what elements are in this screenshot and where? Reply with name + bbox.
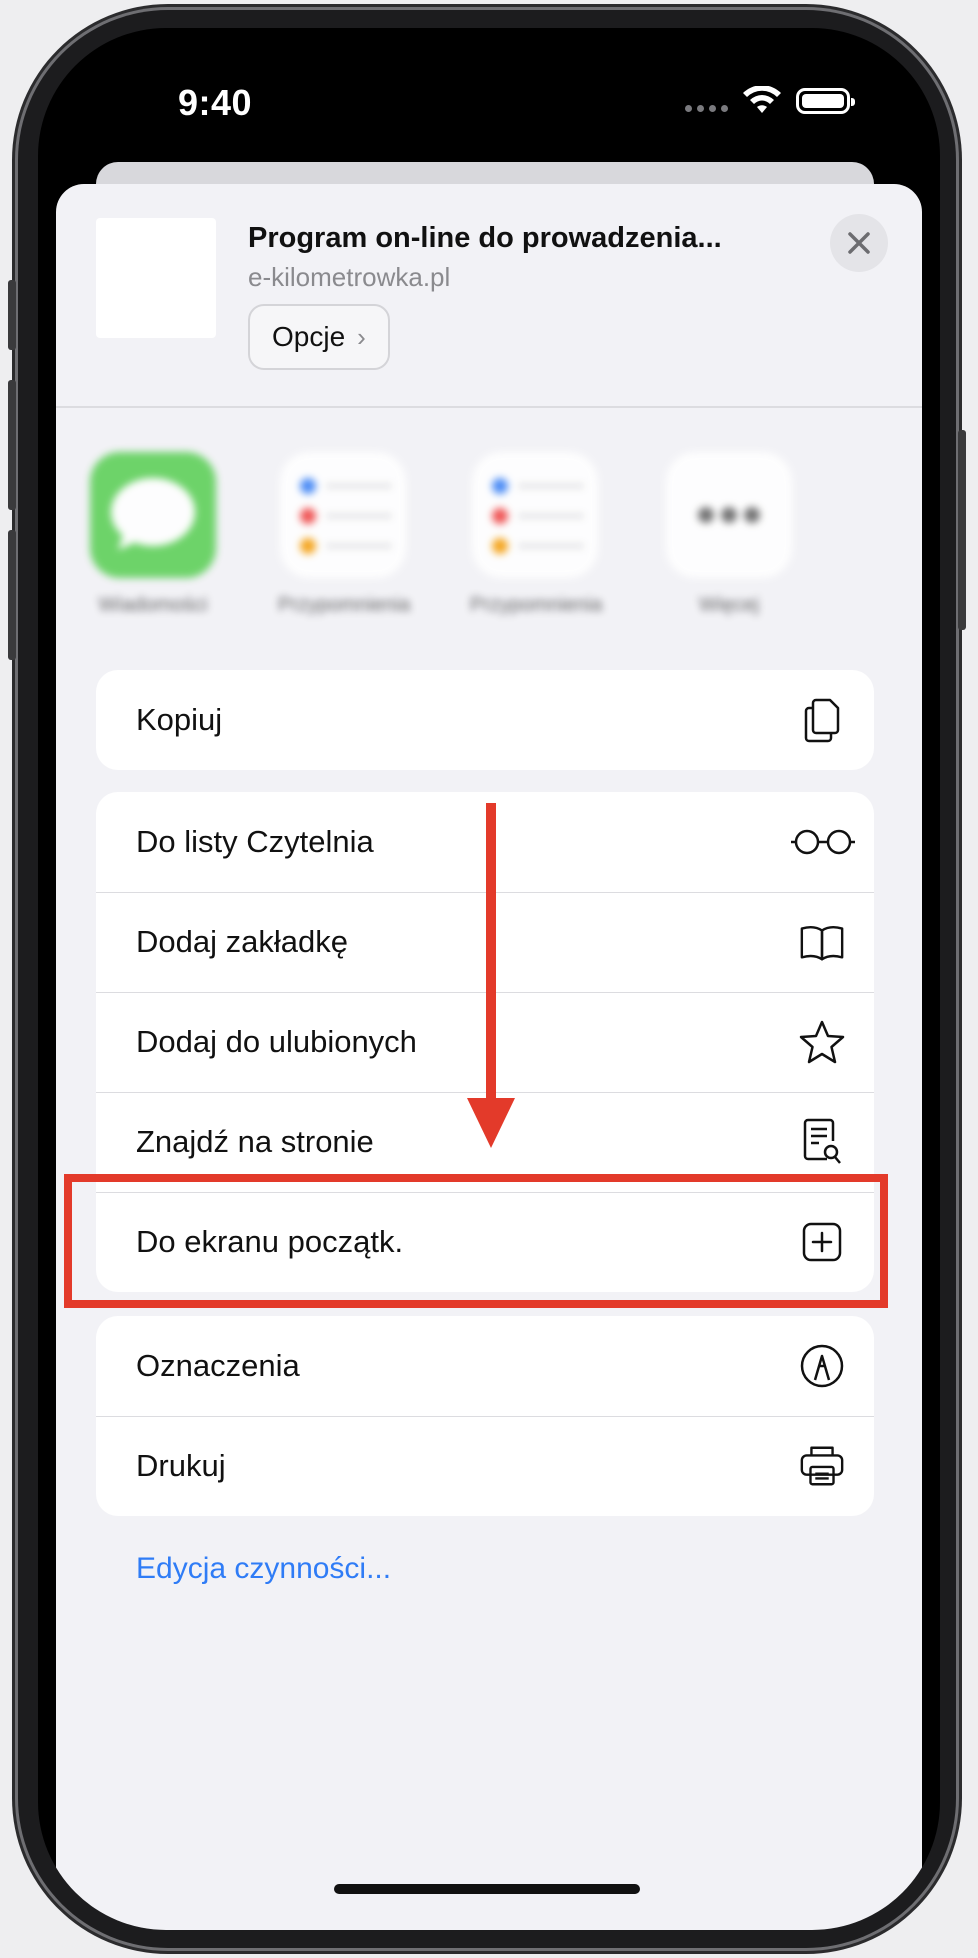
action-button [8, 280, 16, 350]
action-print[interactable]: Drukuj [96, 1416, 874, 1516]
status-time: 9:40 [178, 82, 253, 123]
annotation-highlight-box [64, 1174, 888, 1308]
close-button[interactable] [830, 214, 888, 272]
action-group-copy: Kopiuj [96, 670, 874, 770]
signal-icon [685, 104, 728, 112]
page-title: Program on-line do prowadzenia... [248, 222, 722, 254]
options-label: Opcje [272, 321, 346, 352]
power-button [958, 430, 966, 630]
copy-icon [798, 696, 846, 744]
action-label: Dodaj do ulubionych [136, 1024, 417, 1059]
app-more[interactable]: Więcej [664, 452, 794, 617]
find-in-page-icon [798, 1118, 846, 1166]
more-icon [666, 452, 792, 578]
annotation-arrow-head [467, 1098, 515, 1148]
printer-icon [798, 1442, 846, 1490]
action-label: Kopiuj [136, 702, 223, 737]
app-reminders-2[interactable]: Przypomnienia [470, 452, 603, 617]
close-icon [848, 232, 870, 254]
markup-icon [798, 1342, 846, 1390]
action-copy[interactable]: Kopiuj [96, 670, 874, 770]
page-thumbnail [96, 218, 216, 338]
app-label: Przypomnienia [470, 594, 603, 616]
app-messages[interactable]: Wiadomości [88, 452, 218, 617]
action-group-extra: Oznaczenia Drukuj [96, 1316, 874, 1516]
edit-actions-link[interactable]: Edycja czynności... [136, 1552, 391, 1586]
home-indicator[interactable] [334, 1884, 640, 1894]
star-icon [798, 1018, 846, 1066]
action-label: Dodaj zakładkę [136, 924, 348, 959]
action-markup[interactable]: Oznaczenia [96, 1316, 874, 1416]
reminders-icon [280, 452, 406, 578]
action-label: Do listy Czytelnia [136, 824, 374, 859]
action-label: Oznaczenia [136, 1348, 300, 1383]
stage: 9:40 Program on-line do prowadzenia... e… [0, 0, 978, 1958]
book-icon [798, 918, 846, 966]
messages-icon [90, 452, 216, 578]
action-reading-list[interactable]: Do listy Czytelnia [96, 792, 874, 892]
app-label: Przypomnienia [278, 594, 411, 616]
status-icons [685, 86, 855, 116]
app-reminders[interactable]: Przypomnienia [278, 452, 411, 617]
app-label: Wiadomości [98, 594, 208, 616]
battery-icon [796, 88, 855, 114]
reminders-icon [472, 452, 598, 578]
share-apps-row: Wiadomości Przypomnienia Przypomnienia W… [56, 408, 922, 618]
chevron-right-icon: › [357, 321, 366, 352]
action-label: Drukuj [136, 1448, 226, 1483]
page-url: e-kilometrowka.pl [248, 262, 451, 292]
volume-down-button [8, 530, 16, 660]
options-button[interactable]: Opcje › [248, 304, 390, 370]
action-add-bookmark[interactable]: Dodaj zakładkę [96, 892, 874, 992]
annotation-arrow-line [486, 803, 496, 1103]
volume-up-button [8, 380, 16, 510]
app-label: Więcej [698, 594, 759, 616]
action-add-favorites[interactable]: Dodaj do ulubionych [96, 992, 874, 1092]
action-label: Znajdź na stronie [136, 1124, 374, 1159]
glasses-icon [788, 818, 858, 866]
share-sheet-header: Program on-line do prowadzenia... e-kilo… [56, 184, 922, 408]
wifi-icon [743, 86, 781, 113]
